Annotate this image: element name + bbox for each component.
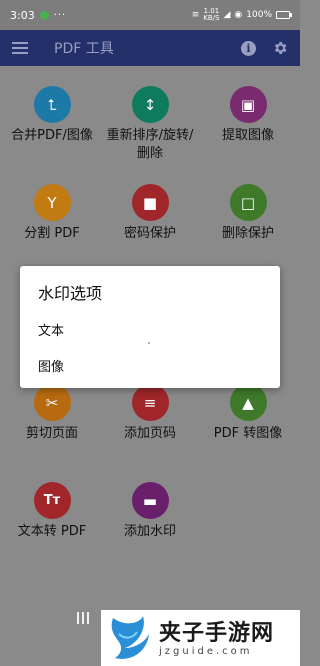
reorder-icon: ↕ bbox=[131, 86, 169, 123]
status-time: 3:03 bbox=[10, 8, 35, 22]
image-icon: ▲ bbox=[229, 384, 267, 421]
tool-label: 分割 PDF bbox=[24, 226, 80, 241]
tool-label: PDF 转图像 bbox=[213, 426, 283, 441]
tool-password[interactable]: ■ 密码保护 bbox=[100, 184, 200, 243]
merge-icon: ⮤ bbox=[33, 86, 71, 123]
tool-label: 文本转 PDF bbox=[17, 524, 87, 539]
tool-label: 剪切页面 bbox=[25, 426, 78, 441]
tool-split[interactable]: Y 分割 PDF bbox=[2, 184, 102, 243]
recents-nav-button[interactable] bbox=[77, 612, 89, 624]
extract-image-icon: ▣ bbox=[229, 86, 267, 123]
tool-merge[interactable]: ⮤ 合并PDF/图像 bbox=[2, 86, 102, 145]
dialog-dot bbox=[148, 342, 150, 344]
tool-label: 删除保护 bbox=[221, 226, 274, 241]
battery-icon bbox=[276, 11, 292, 19]
tool-label: 添加水印 bbox=[123, 524, 176, 539]
watermark-text: 夹子手游网 jzguide.com bbox=[159, 620, 274, 657]
page-title: PDF 工具 bbox=[54, 41, 114, 57]
tool-remove-protection[interactable]: □ 删除保护 bbox=[198, 184, 298, 243]
info-icon[interactable]: i bbox=[241, 40, 256, 56]
network-speed-unit: KB/S bbox=[203, 14, 220, 22]
watermark-title: 夹子手游网 bbox=[159, 619, 275, 646]
signal-icon: ◢ bbox=[223, 10, 231, 20]
tool-label: 合并PDF/图像 bbox=[11, 128, 93, 143]
gear-icon[interactable] bbox=[272, 40, 288, 56]
status-overflow: ··· bbox=[53, 9, 67, 21]
status-bar: 3:03 ··· ≡ 1.01 KB/S ◢ ◉ 100% bbox=[0, 0, 300, 30]
dialog-title: 水印选项 bbox=[38, 284, 103, 303]
site-watermark: 夹子手游网 jzguide.com bbox=[101, 610, 300, 666]
app-actions: i bbox=[241, 40, 288, 56]
tool-page-numbers[interactable]: ≡ 添加页码 bbox=[100, 384, 200, 443]
status-left: 3:03 ··· bbox=[10, 9, 66, 22]
tool-extract-image[interactable]: ▣ 提取图像 bbox=[198, 86, 298, 145]
dialog-option-image[interactable]: 图像 bbox=[38, 356, 64, 375]
network-speed: 1.01 KB/S bbox=[203, 8, 219, 22]
tool-label: 添加页码 bbox=[123, 426, 176, 441]
watermark-options-dialog: 水印选项 文本 图像 bbox=[20, 266, 280, 388]
unlock-icon: □ bbox=[229, 184, 267, 221]
watermark-icon: ▬ bbox=[131, 482, 169, 519]
menu-icon[interactable] bbox=[12, 42, 28, 54]
watermark-url: jzguide.com bbox=[159, 645, 253, 657]
scissors-icon: ✂ bbox=[33, 384, 71, 421]
tool-reorder[interactable]: ↕ 重新排序/旋转/删除 bbox=[100, 86, 200, 163]
tool-text-to-pdf[interactable]: Tт 文本转 PDF bbox=[2, 482, 102, 541]
dialog-option-text[interactable]: 文本 bbox=[38, 320, 64, 339]
tool-add-watermark[interactable]: ▬ 添加水印 bbox=[100, 482, 200, 541]
notification-icon bbox=[39, 10, 49, 20]
tool-pdf-to-image[interactable]: ▲ PDF 转图像 bbox=[198, 384, 298, 443]
battery-text: 100% bbox=[246, 10, 272, 20]
text-icon: Tт bbox=[33, 482, 71, 519]
tool-label: 提取图像 bbox=[221, 128, 274, 143]
split-icon: Y bbox=[33, 184, 71, 221]
tool-label: 重新排序/旋转/删除 bbox=[106, 128, 194, 161]
tool-label: 密码保护 bbox=[123, 226, 176, 241]
lock-icon: ■ bbox=[131, 184, 169, 221]
list-icon: ≡ bbox=[131, 384, 169, 421]
app-bar: PDF 工具 i bbox=[0, 30, 300, 66]
watermark-logo-icon bbox=[111, 616, 149, 659]
tool-crop-pages[interactable]: ✂ 剪切页面 bbox=[2, 384, 102, 443]
status-right: ≡ 1.01 KB/S ◢ ◉ 100% bbox=[191, 8, 292, 22]
wifi-icon: ◉ bbox=[234, 10, 243, 20]
nfc-icon: ≡ bbox=[191, 10, 200, 20]
